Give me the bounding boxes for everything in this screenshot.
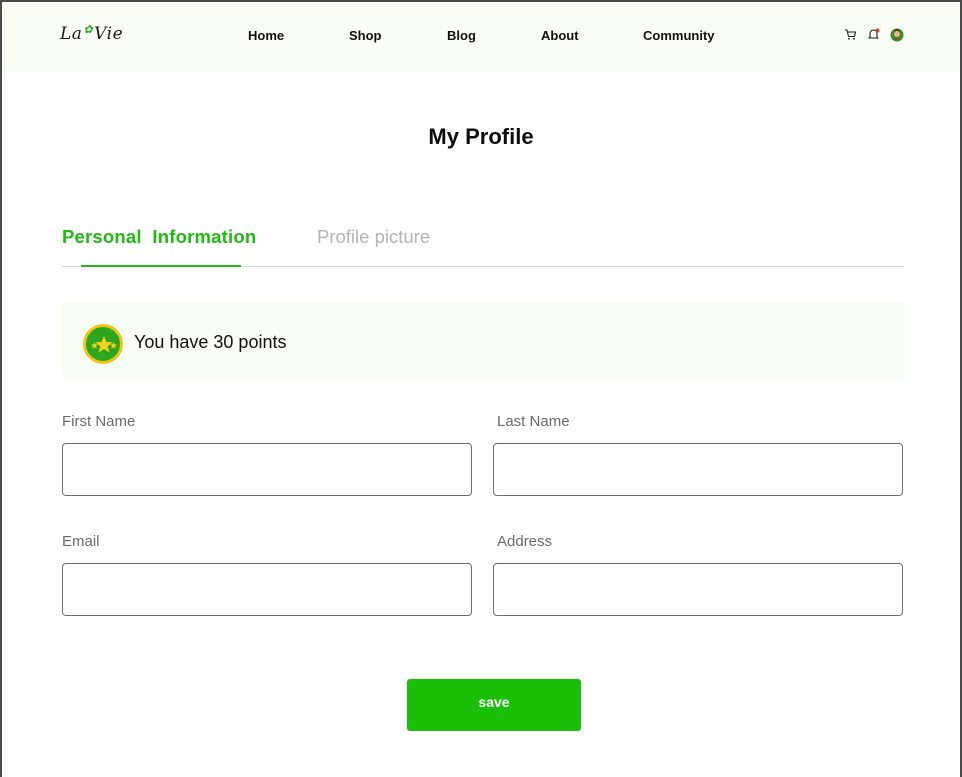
active-tab-indicator (81, 265, 241, 267)
points-text: You have 30 points (134, 332, 287, 352)
tab-profile-picture[interactable]: Profile picture (317, 226, 430, 248)
address-label: Address (497, 533, 553, 550)
nav-home[interactable]: Home (248, 28, 284, 43)
email-field[interactable] (62, 563, 472, 616)
cart-icon[interactable] (844, 28, 858, 42)
profile-tabs: Personal Information Profile picture (62, 226, 904, 268)
nav-community[interactable]: Community (643, 28, 715, 43)
logo-text-la: La (60, 24, 83, 44)
first-name-label: First Name (62, 413, 136, 430)
header: La✿Vie Home Shop Blog About Community (2, 2, 960, 72)
address-field[interactable] (493, 563, 903, 616)
logo[interactable]: La✿Vie (60, 23, 124, 50)
last-name-field[interactable] (493, 443, 903, 496)
logo-text-vie: Vie (94, 24, 124, 44)
email-label: Email (62, 533, 100, 550)
user-avatar[interactable] (890, 28, 904, 42)
save-button[interactable]: save (407, 679, 581, 731)
points-banner: You have 30 points (62, 302, 904, 379)
nav-about[interactable]: About (541, 28, 579, 43)
notification-bell-icon[interactable] (867, 28, 881, 42)
tab-personal-information[interactable]: Personal Information (62, 226, 256, 248)
page-title: My Profile (428, 124, 534, 149)
first-name-field[interactable] (62, 443, 472, 496)
nav-blog[interactable]: Blog (447, 28, 476, 43)
nav-shop[interactable]: Shop (349, 28, 382, 43)
page: La✿Vie Home Shop Blog About Community My… (0, 0, 962, 777)
last-name-label: Last Name (497, 413, 570, 430)
stars-badge-icon (83, 324, 123, 364)
leaf-icon: ✿ (83, 23, 94, 36)
